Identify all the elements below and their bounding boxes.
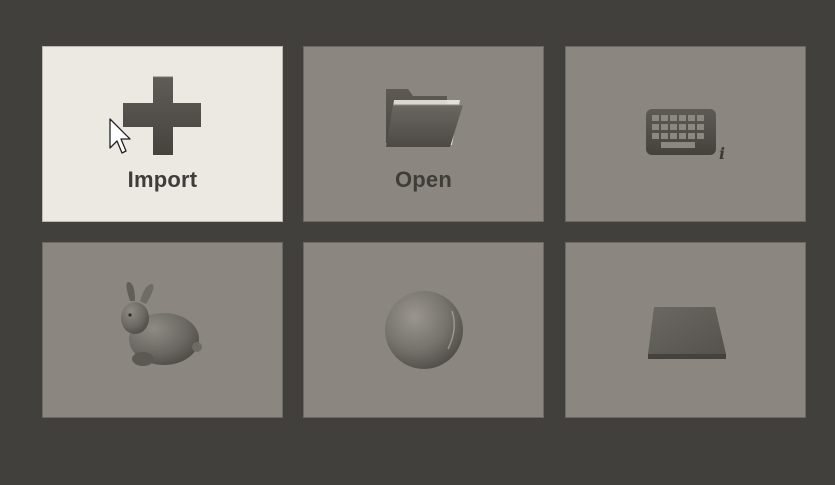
keyboard-info-icon: i xyxy=(646,109,725,163)
info-glyph: i xyxy=(719,144,725,163)
import-tile[interactable]: Import xyxy=(42,46,283,222)
plane-icon xyxy=(648,307,726,359)
keyboard-shortcuts-tile[interactable]: i xyxy=(565,46,806,222)
plus-icon xyxy=(123,76,201,155)
folder-icon xyxy=(386,89,463,147)
plane-tile[interactable] xyxy=(565,242,806,418)
bunny-model-icon xyxy=(121,282,202,366)
open-label: Open xyxy=(394,167,453,192)
import-label: Import xyxy=(127,167,198,192)
bunny-model-tile[interactable] xyxy=(42,242,283,418)
sphere-icon xyxy=(385,291,463,369)
sphere-tile[interactable] xyxy=(303,242,544,418)
open-tile[interactable]: Open xyxy=(303,46,544,222)
